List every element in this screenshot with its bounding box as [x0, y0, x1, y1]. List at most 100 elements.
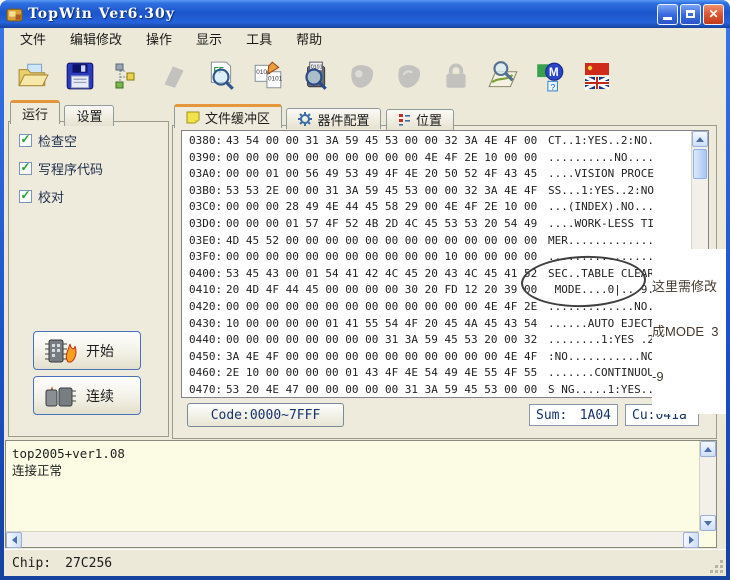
hex-row[interactable]: 0390:00 00 00 00 00 00 00 00 00 00 4E 4F…	[182, 150, 691, 167]
check-icon: ✓	[20, 133, 30, 145]
hex-row[interactable]: 03E0:4D 45 52 00 00 00 00 00 00 00 00 00…	[182, 233, 691, 250]
hex-address: 0410:	[182, 282, 226, 299]
hex-ascii[interactable]: S NG.....1:YES..	[548, 382, 654, 398]
checkbox-icon[interactable]: ✓	[19, 162, 32, 175]
hex-ascii[interactable]: MODE....0|.. 9.	[548, 282, 654, 299]
program-chip-icon	[390, 55, 427, 97]
tab-position[interactable]: 位置	[386, 109, 454, 130]
window-title: TopWin Ver6.30y	[28, 6, 175, 22]
hex-bytes[interactable]: 20 4D 4F 44 45 00 00 00 00 30 20 FD 12 2…	[226, 282, 542, 299]
start-button[interactable]: 开始	[33, 331, 141, 370]
auto-detect-icon[interactable]	[484, 55, 521, 97]
log-vscrollbar[interactable]	[699, 441, 716, 531]
hex-bytes[interactable]: 53 53 2E 00 00 31 3A 59 45 53 00 00 32 3…	[226, 183, 542, 200]
tab-file-buffer[interactable]: 文件缓冲区	[174, 104, 282, 128]
menu-operate[interactable]: 操作	[134, 28, 184, 52]
hex-bytes[interactable]: 2E 10 00 00 00 00 01 43 4F 4E 54 49 4E 5…	[226, 365, 542, 382]
hex-view[interactable]: 0380:43 54 00 00 31 3A 59 45 53 00 00 32…	[181, 130, 709, 398]
hex-ascii[interactable]: ........1:YES .2	[548, 332, 654, 349]
menu-file[interactable]: 文件	[8, 28, 58, 52]
hex-ascii[interactable]: ...(INDEX).NO...	[548, 199, 654, 216]
checkbox-write-code[interactable]: ✓ 写程序代码	[19, 160, 103, 176]
log-area[interactable]: top2005+ver1.08 连接正常	[5, 440, 717, 548]
hex-row[interactable]: 03A0:00 00 01 00 56 49 53 49 4F 4E 20 50…	[182, 166, 691, 183]
resize-grip[interactable]	[710, 560, 724, 574]
hex-bytes[interactable]: 00 00 00 00 00 00 00 00 31 3A 59 45 53 2…	[226, 332, 542, 349]
checkbox-blank-check[interactable]: ✓ 检查空	[19, 132, 77, 148]
tab-settings[interactable]: 设置	[64, 105, 114, 126]
hex-row[interactable]: 0450:3A 4E 4F 00 00 00 00 00 00 00 00 00…	[182, 349, 691, 366]
menu-edit[interactable]: 编辑修改	[58, 28, 134, 52]
hex-row[interactable]: 03D0:00 00 00 01 57 4F 52 4B 2D 4C 45 53…	[182, 216, 691, 233]
hex-ascii[interactable]: ......AUTO EJECT	[548, 316, 654, 333]
hex-row[interactable]: 0380:43 54 00 00 31 3A 59 45 53 00 00 32…	[182, 133, 691, 150]
hex-ascii[interactable]: ..........NO....	[548, 150, 654, 167]
hex-bytes[interactable]: 3A 4E 4F 00 00 00 00 00 00 00 00 00 00 0…	[226, 349, 542, 366]
scroll-up-button[interactable]	[700, 441, 716, 457]
hex-row[interactable]: 0440:00 00 00 00 00 00 00 00 31 3A 59 45…	[182, 332, 691, 349]
save-icon[interactable]	[61, 55, 98, 97]
checkbox-icon[interactable]: ✓	[19, 134, 32, 147]
hex-ascii[interactable]: SEC..TABLE CLEAR	[548, 266, 654, 283]
menu-view[interactable]: 显示	[184, 28, 234, 52]
maximize-button[interactable]	[680, 4, 701, 25]
hex-ascii[interactable]: MER.............	[548, 233, 654, 250]
app-window: TopWin Ver6.30y ✕ 文件 编辑修改 操作 显示 工具 帮助	[0, 0, 730, 580]
hex-address: 0440:	[182, 332, 226, 349]
hex-bytes[interactable]: 00 00 00 00 00 00 00 00 00 00 4E 4F 2E 1…	[226, 150, 542, 167]
hex-bytes[interactable]: 00 00 01 00 56 49 53 49 4F 4E 20 50 52 4…	[226, 166, 542, 183]
hex-ascii[interactable]: .............NO.	[548, 299, 654, 316]
hex-ascii[interactable]: CT..1:YES..2:NO.	[548, 133, 654, 150]
hex-bytes[interactable]: 43 54 00 00 31 3A 59 45 53 00 00 32 3A 4…	[226, 133, 542, 150]
hex-row[interactable]: 0420:00 00 00 00 00 00 00 00 00 00 00 00…	[182, 299, 691, 316]
hex-address: 0380:	[182, 133, 226, 150]
hex-row[interactable]: 0430:10 00 00 00 00 01 41 55 54 4F 20 45…	[182, 316, 691, 333]
hex-ascii[interactable]: ................	[548, 249, 654, 266]
arrow-left-icon	[12, 536, 17, 544]
title-bar[interactable]: TopWin Ver6.30y ✕	[0, 0, 730, 28]
hex-row[interactable]: 03B0:53 53 2E 00 00 31 3A 59 45 53 00 00…	[182, 183, 691, 200]
hex-row[interactable]: 03C0:00 00 00 28 49 4E 44 45 58 29 00 4E…	[182, 199, 691, 216]
close-button[interactable]: ✕	[703, 4, 724, 25]
continue-button[interactable]: 连续	[33, 376, 141, 415]
hex-ascii[interactable]: ....WORK-LESS TI	[548, 216, 654, 233]
menu-tools[interactable]: 工具	[234, 28, 284, 52]
code-range-button[interactable]: Code:0000~7FFF	[187, 403, 344, 427]
hex-row[interactable]: 03F0:00 00 00 00 00 00 00 00 00 00 00 10…	[182, 249, 691, 266]
language-icon[interactable]	[578, 55, 615, 97]
tab-device-config[interactable]: 器件配置	[286, 108, 381, 129]
hex-bytes[interactable]: 00 00 00 00 00 00 00 00 00 00 00 10 00 0…	[226, 249, 542, 266]
scroll-right-button[interactable]	[683, 532, 699, 548]
hex-row[interactable]: 0400:53 45 43 00 01 54 41 42 4C 45 20 43…	[182, 266, 691, 283]
hex-bytes[interactable]: 00 00 00 01 57 4F 52 4B 2D 4C 45 53 53 2…	[226, 216, 542, 233]
scroll-down-button[interactable]	[700, 515, 716, 531]
scroll-left-button[interactable]	[6, 532, 22, 548]
checkbox-verify[interactable]: ✓ 校对	[19, 188, 64, 204]
minimize-button[interactable]	[657, 4, 678, 25]
hex-ascii[interactable]: ....VISION PROCE	[548, 166, 654, 183]
hex-bytes[interactable]: 10 00 00 00 00 01 41 55 54 4F 20 45 4A 4…	[226, 316, 542, 333]
hex-ascii[interactable]: .......CONTINUOU	[548, 365, 654, 382]
edit-buffer-icon[interactable]: 0101 0101	[249, 55, 286, 97]
hex-row[interactable]: 0460:2E 10 00 00 00 00 01 43 4F 4E 54 49…	[182, 365, 691, 382]
hex-bytes[interactable]: 4D 45 52 00 00 00 00 00 00 00 00 00 00 0…	[226, 233, 542, 250]
menu-help[interactable]: 帮助	[284, 28, 334, 52]
scroll-thumb[interactable]	[693, 149, 707, 179]
hex-ascii[interactable]: :NO...........NO	[548, 349, 654, 366]
tab-run[interactable]: 运行	[10, 100, 60, 124]
verify-icon[interactable]: 0101	[296, 55, 333, 97]
checkbox-icon[interactable]: ✓	[19, 190, 32, 203]
scroll-up-button[interactable]	[692, 131, 708, 147]
blank-check-icon[interactable]: FF	[202, 55, 239, 97]
hex-row[interactable]: 0470:53 20 4E 47 00 00 00 00 00 31 3A 59…	[182, 382, 691, 398]
hex-bytes[interactable]: 00 00 00 00 00 00 00 00 00 00 00 00 00 4…	[226, 299, 542, 316]
log-hscrollbar[interactable]	[6, 531, 699, 547]
hex-ascii[interactable]: SS...1:YES..2:NO	[548, 183, 654, 200]
hex-bytes[interactable]: 53 45 43 00 01 54 41 42 4C 45 20 43 4C 4…	[226, 266, 542, 283]
hex-row[interactable]: 0410:20 4D 4F 44 45 00 00 00 00 30 20 FD…	[182, 282, 691, 299]
hex-bytes[interactable]: 53 20 4E 47 00 00 00 00 00 31 3A 59 45 5…	[226, 382, 542, 398]
open-icon[interactable]	[14, 55, 51, 97]
help-icon[interactable]: M ?	[531, 55, 568, 97]
hex-bytes[interactable]: 00 00 00 28 49 4E 44 45 58 29 00 4E 4F 2…	[226, 199, 542, 216]
device-select-icon[interactable]	[108, 55, 145, 97]
